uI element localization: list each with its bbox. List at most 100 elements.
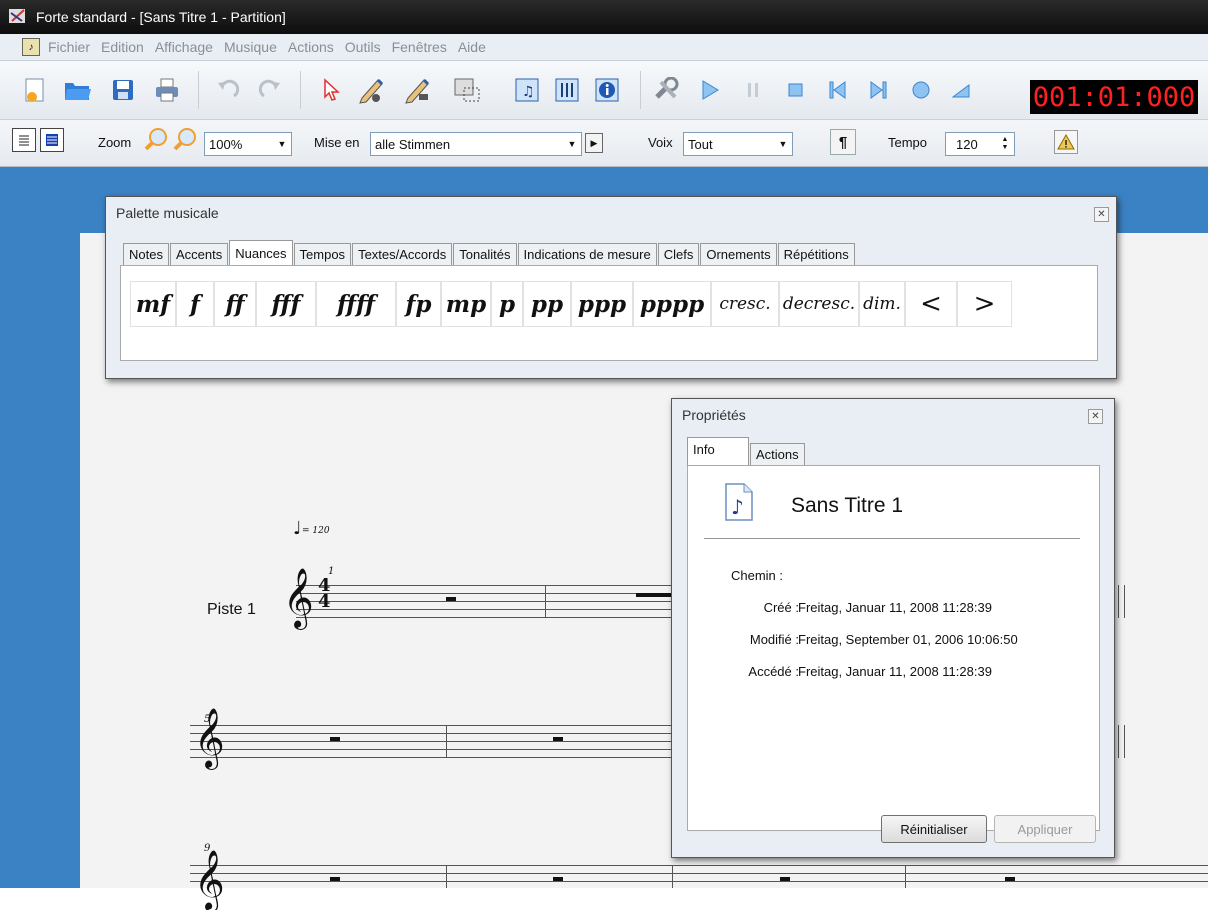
mixer-button[interactable]	[552, 75, 582, 105]
tab-textes-accords[interactable]: Textes/Accords	[352, 243, 453, 265]
tab-actions[interactable]: Actions	[750, 443, 805, 465]
dynamic-cresc[interactable]: cresc.	[711, 281, 779, 327]
tab-tempos[interactable]: Tempos	[293, 243, 352, 265]
close-icon: ✕	[1091, 411, 1100, 422]
select-tool-button[interactable]	[316, 75, 346, 105]
zoom-out-button[interactable]	[143, 127, 169, 153]
main-toolbar: ♫	[0, 61, 1208, 120]
scroll-view-button[interactable]	[40, 128, 64, 152]
palette-close-button[interactable]: ✕	[1094, 207, 1109, 222]
info-icon	[595, 78, 619, 102]
note-pencil-button[interactable]	[356, 75, 386, 105]
properties-close-button[interactable]: ✕	[1088, 409, 1103, 424]
properties-title: Propriétés	[682, 407, 746, 423]
dynamic-mp[interactable]: mp	[441, 281, 491, 327]
title-bar: Forte standard - [Sans Titre 1 - Partiti…	[0, 0, 1208, 34]
redo-button[interactable]	[256, 75, 286, 105]
forward-button[interactable]	[864, 75, 894, 105]
folder-icon	[65, 83, 91, 100]
spinner-arrows-icon[interactable]: ▲ ▼	[996, 133, 1014, 155]
tab-indications-mesure[interactable]: Indications de mesure	[517, 243, 657, 265]
menu-bar: ♪ Fichier Edition Affichage Musique Acti…	[0, 34, 1208, 61]
mixer-icon	[555, 78, 579, 102]
menu-affichage[interactable]: Affichage	[155, 39, 213, 55]
tab-repetitions[interactable]: Répétitions	[777, 243, 855, 265]
save-button[interactable]	[108, 75, 138, 105]
dynamics-row: mf f ff fff ffff fp mp p pp ppp pppp cre…	[130, 281, 1012, 327]
info-button[interactable]	[592, 75, 622, 105]
app-icon	[8, 7, 30, 27]
zoom-in-button[interactable]	[172, 127, 198, 153]
record-button[interactable]	[906, 75, 936, 105]
dynamic-pp[interactable]: pp	[523, 281, 571, 327]
pause-button[interactable]	[738, 75, 768, 105]
dynamic-decresc[interactable]: decresc.	[779, 281, 859, 327]
decrescendo-hairpin[interactable]: >	[957, 281, 1012, 327]
tempo-spinner[interactable]: 120 ▲ ▼	[945, 132, 1015, 156]
pencil-rest-icon	[405, 78, 430, 104]
menu-edition[interactable]: Edition	[101, 39, 144, 55]
menu-musique[interactable]: Musique	[224, 39, 277, 55]
pencil-note-icon	[359, 78, 384, 104]
magnifier-minus-icon	[144, 128, 167, 151]
rewind-button[interactable]	[822, 75, 852, 105]
tempo-label: Tempo	[888, 135, 928, 150]
metronome-button[interactable]	[946, 75, 976, 105]
dynamic-dim[interactable]: dim.	[859, 281, 905, 327]
dynamic-f[interactable]: f	[176, 281, 214, 327]
undo-button[interactable]	[212, 75, 242, 105]
apply-button[interactable]: Appliquer	[994, 815, 1096, 843]
dynamic-mf[interactable]: mf	[130, 281, 176, 327]
tab-ornements[interactable]: Ornements	[700, 243, 777, 265]
field-label-accede: Accédé :	[748, 664, 799, 679]
zoom-label: Zoom	[98, 135, 132, 150]
mise-en-select[interactable]: alle Stimmen ▼	[370, 132, 582, 156]
stop-button[interactable]	[780, 75, 810, 105]
floppy-icon	[113, 80, 133, 100]
tab-accents[interactable]: Accents	[169, 243, 229, 265]
dynamic-p[interactable]: p	[491, 281, 523, 327]
scroll-view-icon	[46, 134, 58, 146]
pilcrow-button[interactable]: ¶	[830, 129, 856, 155]
zoom-value: 100%	[209, 136, 243, 152]
open-file-button[interactable]	[62, 75, 92, 105]
menu-actions[interactable]: Actions	[288, 39, 334, 55]
rest-pencil-button[interactable]	[402, 75, 432, 105]
score-view-button[interactable]: ♫	[512, 75, 542, 105]
tab-tonalites[interactable]: Tonalités	[453, 243, 517, 265]
page-view-button[interactable]	[12, 128, 36, 152]
reset-button[interactable]: Réinitialiser	[881, 815, 987, 843]
print-button[interactable]	[152, 75, 182, 105]
record-icon	[912, 81, 930, 99]
dynamic-ff[interactable]: ff	[214, 281, 256, 327]
dynamic-ffff[interactable]: ffff	[316, 281, 396, 327]
menu-outils[interactable]: Outils	[345, 39, 381, 55]
selection-box-button[interactable]	[452, 75, 482, 105]
warning-button[interactable]	[1054, 130, 1078, 154]
dynamic-pppp[interactable]: pppp	[633, 281, 711, 327]
zoom-select[interactable]: 100% ▼	[204, 132, 292, 156]
crescendo-hairpin[interactable]: <	[905, 281, 957, 327]
play-button[interactable]	[694, 75, 724, 105]
printer-icon	[156, 78, 178, 102]
menu-fenetres[interactable]: Fenêtres	[392, 39, 447, 55]
dynamic-fff[interactable]: fff	[256, 281, 316, 327]
document-icon[interactable]: ♪	[22, 38, 40, 56]
mise-en-next-button[interactable]: ▶	[585, 133, 603, 153]
undo-icon	[218, 79, 240, 98]
tab-clefs[interactable]: Clefs	[657, 243, 700, 265]
dynamic-fp[interactable]: fp	[396, 281, 441, 327]
note-window-icon: ♫	[515, 78, 539, 102]
tab-info[interactable]: Info	[687, 437, 749, 466]
tab-notes[interactable]: Notes	[123, 243, 169, 265]
metronome-icon	[951, 84, 970, 98]
voix-select[interactable]: Tout ▼	[683, 132, 793, 156]
menu-fichier[interactable]: Fichier	[48, 39, 90, 55]
tab-nuances[interactable]: Nuances	[229, 240, 293, 266]
voix-value: Tout	[688, 136, 713, 152]
selection-box-icon	[454, 78, 480, 102]
dynamic-ppp[interactable]: ppp	[571, 281, 633, 327]
new-file-button[interactable]	[20, 75, 50, 105]
menu-aide[interactable]: Aide	[458, 39, 486, 55]
settings-button[interactable]	[652, 75, 682, 105]
